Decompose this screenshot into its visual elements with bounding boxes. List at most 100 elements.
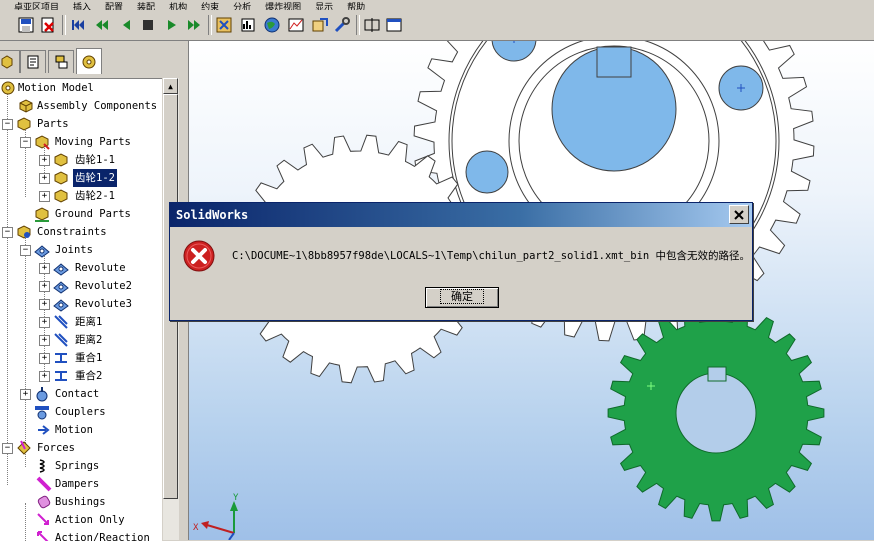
tree-item-label: Dampers	[55, 478, 100, 490]
tree-item-revolute2[interactable]: + Revolute2	[0, 277, 162, 295]
step-back-icon[interactable]	[116, 15, 136, 35]
tree-item-constraints[interactable]: − Constraints	[0, 223, 162, 241]
tree-item-distance2[interactable]: + 距离2	[0, 331, 162, 349]
feature-manager-tab[interactable]	[0, 50, 20, 73]
scroll-up-icon[interactable]: ▲	[163, 78, 178, 94]
split-view-icon[interactable]	[362, 15, 382, 35]
simulate-icon[interactable]	[214, 15, 234, 35]
tree-item-label: Constraints	[37, 226, 107, 238]
forces-icon	[16, 440, 32, 456]
toolbar-edge	[0, 15, 6, 35]
collapse-toggle[interactable]: −	[20, 245, 31, 256]
tree-item-joints[interactable]: − Joints	[0, 241, 162, 259]
expand-toggle[interactable]: +	[39, 155, 50, 166]
first-frame-icon[interactable]	[68, 15, 88, 35]
play-icon[interactable]	[162, 15, 182, 35]
expand-toggle[interactable]: +	[39, 173, 50, 184]
expand-toggle[interactable]: +	[39, 371, 50, 382]
toolbar	[0, 10, 874, 41]
tree-item-revolute3[interactable]: + Revolute3	[0, 295, 162, 313]
assembly-icon	[18, 98, 34, 114]
coincident-icon	[53, 368, 69, 384]
bushing-icon	[36, 494, 52, 510]
tree-item-gear-1-2[interactable]: + 齿轮1-2	[0, 169, 162, 187]
tree-item-action-reaction[interactable]: Action/Reaction	[0, 529, 162, 541]
triad-y-label: Y	[233, 493, 239, 503]
tree-item-action-only[interactable]: Action Only	[0, 511, 162, 529]
distance-icon	[53, 332, 69, 348]
motion-icon	[36, 422, 52, 438]
parts-icon	[16, 116, 32, 132]
tree-item-label: Ground Parts	[55, 208, 131, 220]
property-manager-tab[interactable]	[20, 50, 46, 73]
configuration-manager-tab[interactable]	[48, 50, 74, 73]
collapse-toggle[interactable]: −	[20, 137, 31, 148]
collapse-toggle[interactable]: −	[2, 119, 13, 130]
tree-item-dampers[interactable]: Dampers	[0, 475, 162, 493]
tree-item-label: Motion Model	[18, 82, 94, 94]
tree-item-coincident2[interactable]: + 重合2	[0, 367, 162, 385]
tree-item-label: Joints	[55, 244, 93, 256]
motion-manager-tab[interactable]	[76, 48, 102, 74]
collapse-toggle[interactable]: −	[2, 227, 13, 238]
tree-item-gear-2-1[interactable]: + 齿轮2-1	[0, 187, 162, 205]
expand-toggle[interactable]: +	[39, 281, 50, 292]
tree-item-label: Revolute3	[75, 298, 132, 310]
ok-button[interactable]: 确定	[425, 287, 499, 308]
expand-toggle[interactable]: +	[39, 299, 50, 310]
expand-toggle[interactable]: +	[39, 191, 50, 202]
tree-item-motion[interactable]: Motion	[0, 421, 162, 439]
tree-item-motion-model[interactable]: Motion Model	[0, 79, 162, 97]
dialog-close-button[interactable]	[729, 205, 749, 224]
triad-x-label: X	[193, 523, 199, 533]
motion-model-tree: Motion Model Assembly Components − Parts…	[0, 78, 162, 541]
part-icon	[53, 170, 69, 186]
plot-icon[interactable]	[286, 15, 306, 35]
expand-toggle[interactable]: +	[39, 353, 50, 364]
tree-item-assembly-components[interactable]: Assembly Components	[0, 97, 162, 115]
tree-item-label: 距离2	[75, 334, 103, 346]
tree-item-contact[interactable]: + Contact	[0, 385, 162, 403]
save-icon[interactable]	[16, 15, 36, 35]
expand-toggle[interactable]: +	[39, 335, 50, 346]
tree-item-distance1[interactable]: + 距离1	[0, 313, 162, 331]
expand-toggle[interactable]: +	[20, 389, 31, 400]
tree-item-springs[interactable]: Springs	[0, 457, 162, 475]
results-icon[interactable]	[238, 15, 258, 35]
collapse-toggle[interactable]: −	[2, 443, 13, 454]
tools-icon[interactable]	[332, 15, 352, 35]
stop-icon[interactable]	[138, 15, 158, 35]
action-force-icon	[36, 512, 52, 528]
part-icon	[53, 188, 69, 204]
tree-item-label: Parts	[37, 118, 69, 130]
distance-icon	[53, 314, 69, 330]
feature-tree-panel: Motion Model Assembly Components − Parts…	[0, 41, 181, 541]
tree-item-forces[interactable]: − Forces	[0, 439, 162, 457]
delete-icon[interactable]	[38, 15, 58, 35]
tree-item-label: Springs	[55, 460, 100, 472]
spring-icon	[36, 458, 52, 474]
tree-item-bushings[interactable]: Bushings	[0, 493, 162, 511]
toolbar-separator	[62, 15, 66, 35]
rewind-icon[interactable]	[92, 15, 112, 35]
expand-toggle[interactable]: +	[39, 317, 50, 328]
tree-item-revolute[interactable]: + Revolute	[0, 259, 162, 277]
tree-item-label: Forces	[37, 442, 75, 454]
contact-icon	[34, 386, 50, 402]
tree-item-coincident1[interactable]: + 重合1	[0, 349, 162, 367]
tree-item-label: 齿轮1-1	[75, 154, 115, 166]
tree-item-gear-1-1[interactable]: + 齿轮1-1	[0, 151, 162, 169]
action-reaction-icon	[36, 530, 52, 541]
tree-item-ground-parts[interactable]: Ground Parts	[0, 205, 162, 223]
tree-item-label: Action Only	[55, 514, 125, 526]
tree-item-moving-parts[interactable]: − Moving Parts	[0, 133, 162, 151]
dialog-title-bar[interactable]: SolidWorks	[170, 203, 752, 227]
globe-icon[interactable]	[262, 15, 282, 35]
expand-toggle[interactable]: +	[39, 263, 50, 274]
window-icon[interactable]	[384, 15, 404, 35]
export-icon[interactable]	[310, 15, 330, 35]
fast-forward-icon[interactable]	[184, 15, 204, 35]
tree-item-parts[interactable]: − Parts	[0, 115, 162, 133]
tree-item-couplers[interactable]: Couplers	[0, 403, 162, 421]
tree-item-label: Revolute2	[75, 280, 132, 292]
